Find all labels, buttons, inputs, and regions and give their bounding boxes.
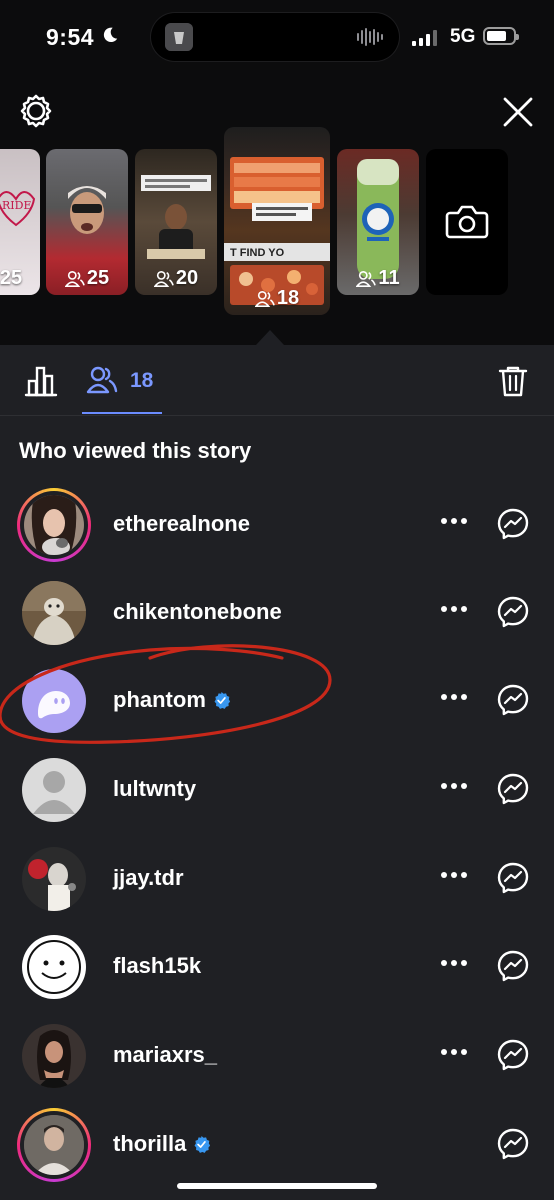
viewer-row[interactable]: thorilla <box>0 1100 554 1188</box>
status-bar: 9:54 5G <box>0 0 554 78</box>
messenger-icon[interactable] <box>496 772 530 806</box>
messenger-icon[interactable] <box>496 861 530 895</box>
battery-icon <box>483 27 519 45</box>
viewer-row[interactable]: phantom <box>0 656 554 744</box>
viewers-icon <box>153 270 174 287</box>
network-type: 5G <box>450 26 476 47</box>
story-view-count: 25 <box>0 267 23 289</box>
now-playing-artwork <box>165 23 193 51</box>
more-options-icon[interactable] <box>440 693 468 701</box>
add-story-button[interactable] <box>426 149 508 295</box>
camera-icon <box>445 205 489 239</box>
section-heading: Who viewed this story <box>19 438 252 463</box>
more-options-icon[interactable] <box>440 782 468 790</box>
more-options-icon[interactable] <box>440 959 468 967</box>
messenger-icon[interactable] <box>496 507 530 541</box>
viewers-icon <box>86 366 118 394</box>
viewer-row[interactable]: jjay.tdr <box>0 834 554 922</box>
viewer-username[interactable]: jjay.tdr <box>113 865 184 891</box>
story-view-count: 18 <box>224 287 330 310</box>
avatar[interactable] <box>22 669 86 733</box>
story-thumbnail[interactable]: 25 <box>46 149 128 295</box>
viewer-username[interactable]: lultwnty <box>113 776 196 802</box>
audio-waveform-icon <box>357 28 383 46</box>
viewer-row[interactable]: etherealnone <box>0 480 554 568</box>
viewer-username[interactable]: etherealnone <box>113 511 250 537</box>
default-avatar-icon[interactable] <box>22 758 86 822</box>
avatar[interactable] <box>22 581 86 645</box>
viewers-icon <box>254 290 275 307</box>
viewers-count: 18 <box>130 369 154 392</box>
more-options-icon[interactable] <box>440 517 468 525</box>
messenger-icon[interactable] <box>496 1127 530 1161</box>
viewer-username[interactable]: flash15k <box>113 953 201 979</box>
status-time: 9:54 <box>46 24 95 50</box>
tab-viewers[interactable]: 18 <box>82 360 162 414</box>
more-options-icon[interactable] <box>440 871 468 879</box>
svg-text:T FIND YO: T FIND YO <box>230 247 285 259</box>
cellular-signal-icon <box>412 30 437 46</box>
viewer-username[interactable]: chikentonebone <box>113 599 282 625</box>
story-view-count: 11 <box>337 267 419 290</box>
home-indicator[interactable] <box>177 1183 377 1189</box>
viewer-row[interactable]: flash15k <box>0 922 554 1010</box>
avatar[interactable] <box>24 495 84 555</box>
selected-story-pointer <box>256 330 284 345</box>
focus-moon-icon <box>103 27 118 43</box>
avatar[interactable] <box>24 1115 84 1175</box>
verified-badge-icon <box>214 691 230 709</box>
avatar[interactable] <box>22 1024 86 1088</box>
viewers-icon <box>64 270 85 287</box>
avatar[interactable] <box>22 847 86 911</box>
svg-text:RIDE: RIDE <box>2 199 31 212</box>
more-options-icon[interactable] <box>440 605 468 613</box>
story-thumbnail[interactable]: 20 <box>135 149 217 295</box>
bar-chart-icon[interactable] <box>24 365 58 397</box>
viewer-row[interactable]: chikentonebone <box>0 568 554 656</box>
story-view-count: 25 <box>46 267 128 290</box>
story-thumbnail[interactable]: 11 <box>337 149 419 295</box>
close-icon[interactable] <box>500 94 536 130</box>
messenger-icon[interactable] <box>496 595 530 629</box>
verified-badge-icon <box>194 1135 211 1153</box>
story-view-count: 20 <box>135 267 217 290</box>
viewer-username[interactable]: phantom <box>113 687 230 713</box>
viewer-row[interactable]: lultwnty <box>0 745 554 833</box>
trash-icon[interactable] <box>497 364 529 398</box>
story-thumbnail[interactable]: RIDE 25 <box>0 149 40 295</box>
messenger-icon[interactable] <box>496 1038 530 1072</box>
viewer-row[interactable]: mariaxrs_ <box>0 1011 554 1099</box>
avatar[interactable] <box>22 935 86 999</box>
messenger-icon[interactable] <box>496 683 530 717</box>
viewer-username[interactable]: mariaxrs_ <box>113 1042 217 1068</box>
phantom-logo-icon <box>38 691 70 719</box>
more-options-icon[interactable] <box>440 1048 468 1056</box>
viewer-username[interactable]: thorilla <box>113 1131 211 1157</box>
viewers-icon <box>356 270 377 287</box>
messenger-icon[interactable] <box>496 949 530 983</box>
gear-icon[interactable] <box>18 93 54 129</box>
story-thumbnail-selected[interactable]: T FIND YO 18 <box>224 127 330 315</box>
story-tray: 9:54 5G RIDE 25 25 20 T FIND YO 18 11 <box>0 0 554 345</box>
dynamic-island[interactable] <box>151 13 399 61</box>
